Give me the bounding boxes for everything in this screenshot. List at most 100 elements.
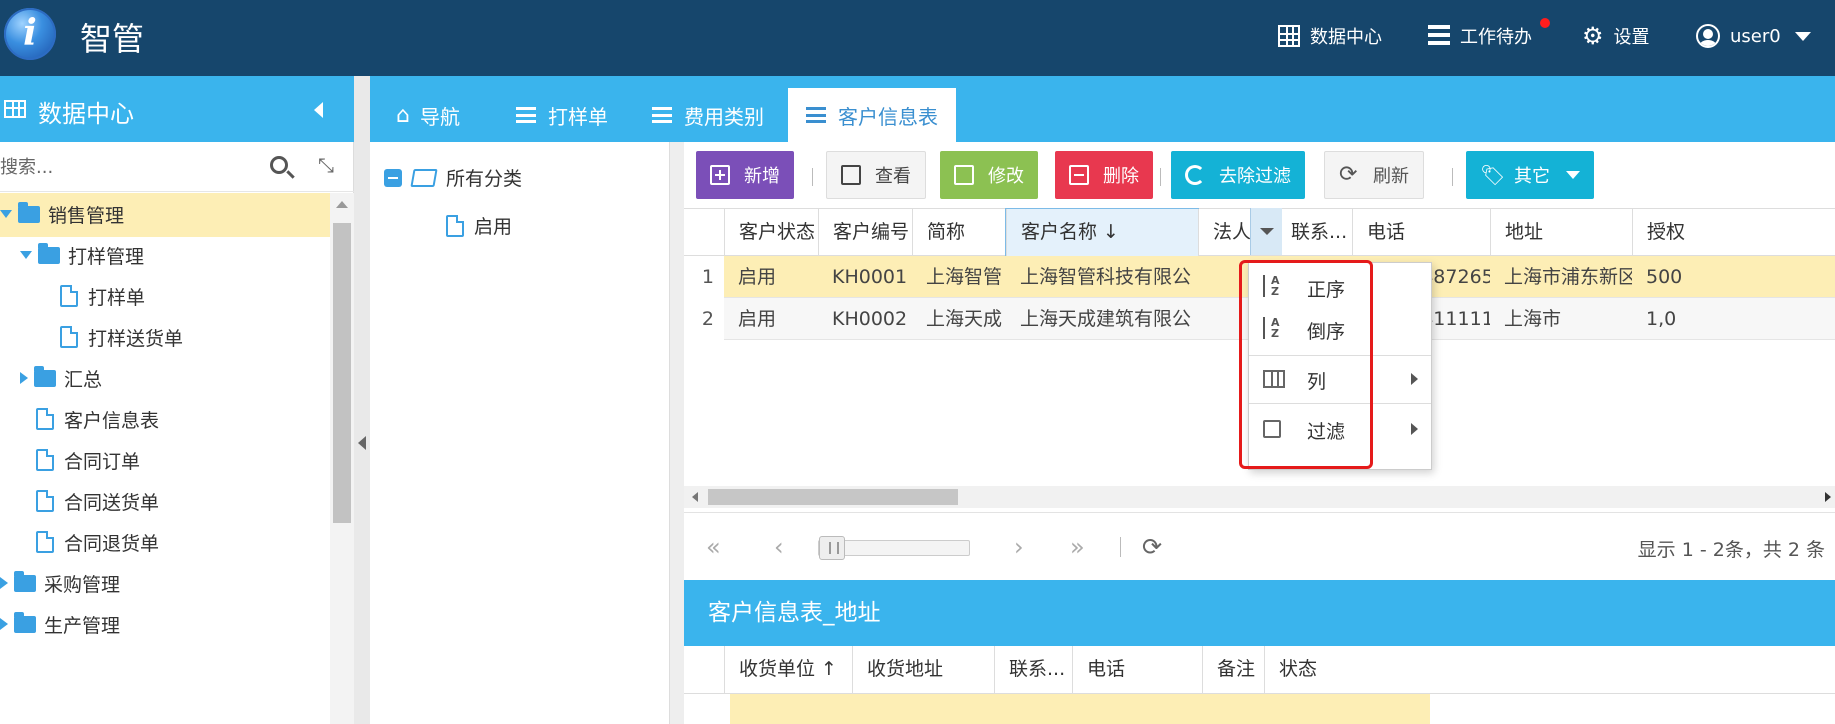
collapse-all-icon[interactable]: ⤡ (318, 154, 340, 176)
app-title: 智管 (80, 20, 145, 58)
sort-ascending-label: 正序 (1307, 279, 1346, 301)
list-icon (516, 107, 536, 123)
sidebar-item[interactable]: 打样单 (0, 273, 330, 319)
table-cell[interactable]: 上海市浦东新区 (1490, 256, 1632, 298)
expand-down-icon[interactable] (0, 210, 12, 218)
page-slider[interactable] (818, 536, 970, 560)
sidebar-scrollbar[interactable] (330, 193, 354, 724)
horizontal-scrollbar[interactable] (684, 486, 1835, 508)
table-cell[interactable]: 启用 (724, 298, 818, 340)
next-page-button[interactable]: › (1014, 533, 1024, 561)
sort-descending-item[interactable]: A Z 倒序 (1249, 305, 1431, 353)
column-header[interactable]: 客户状态 (724, 209, 818, 256)
column-header[interactable]: 状态 (1264, 646, 1334, 693)
column-header[interactable]: 收货地址 (852, 646, 994, 693)
search-icon[interactable] (270, 156, 288, 174)
first-page-button[interactable]: « (706, 533, 721, 561)
edit-button[interactable]: 修改 (940, 151, 1038, 199)
topnav-data-center[interactable]: 数据中心 (1278, 20, 1382, 52)
sidebar-item-label: 合同退货单 (64, 532, 160, 555)
table-cell[interactable]: 上海天成建筑有限公 (1006, 298, 1198, 340)
collapse-icon[interactable] (384, 168, 402, 187)
tab-nav[interactable]: ⌂ 导航 (396, 88, 460, 142)
filter-label: 过滤 (1307, 421, 1346, 443)
topnav-settings[interactable]: ⚙ 设置 (1582, 20, 1650, 52)
view-button[interactable]: 查看 (826, 151, 926, 199)
chevron-down-icon (1794, 31, 1811, 41)
prev-page-button[interactable]: ‹ (774, 533, 784, 561)
file-icon (36, 531, 54, 553)
topnav-todo[interactable]: 工作待办 (1428, 18, 1550, 52)
table-cell[interactable]: 上海智管 (912, 256, 1006, 298)
expand-right-icon[interactable] (20, 372, 28, 384)
slider-knob[interactable] (819, 536, 845, 560)
scroll-left-icon[interactable] (692, 492, 698, 502)
scroll-up-icon[interactable] (336, 201, 348, 208)
scrollbar-thumb[interactable] (708, 489, 958, 505)
columns-item[interactable]: 列 (1249, 355, 1431, 403)
filter-item[interactable]: 过滤 (1249, 405, 1431, 453)
panel-divider[interactable] (670, 142, 684, 724)
column-header[interactable]: 联系... (1276, 209, 1352, 256)
tab-expense-category[interactable]: 费用类别 (652, 88, 764, 142)
column-header[interactable]: 收货单位 ↑ (724, 646, 852, 693)
last-page-button[interactable]: » (1070, 533, 1085, 561)
panel-splitter[interactable] (354, 76, 370, 724)
file-icon (446, 214, 464, 237)
sidebar-item[interactable]: 采购管理 (0, 560, 330, 606)
table-row[interactable] (730, 694, 1430, 724)
user-menu[interactable]: user0 (1696, 20, 1811, 52)
column-header[interactable]: 联系... (994, 646, 1072, 693)
sidebar-item[interactable]: 销售管理 (0, 193, 330, 237)
sidebar-item-label: 销售管理 (48, 204, 125, 227)
sidebar-item[interactable]: 打样送货单 (0, 314, 330, 360)
column-header[interactable]: 地址 (1490, 209, 1632, 256)
column-menu-button[interactable] (1250, 208, 1282, 255)
column-header[interactable]: 简称 (912, 209, 1006, 256)
sidebar-item[interactable]: 生产管理 (0, 601, 330, 647)
tab-customer-info[interactable]: 客户信息表 (788, 88, 956, 142)
folder-icon (18, 201, 40, 223)
column-header[interactable]: 授权 (1632, 209, 1692, 256)
file-icon (60, 285, 78, 307)
expand-right-icon[interactable] (0, 577, 8, 589)
tab-sample-order[interactable]: 打样单 (516, 88, 608, 142)
delete-button[interactable]: 删除 (1055, 151, 1153, 199)
sidebar-item[interactable]: 合同退货单 (0, 519, 330, 565)
other-button[interactable]: 🏷 其它 (1466, 151, 1594, 199)
add-button[interactable]: 新增 (696, 151, 794, 199)
table-cell[interactable]: 500 (1632, 256, 1692, 298)
search-input[interactable] (0, 150, 250, 184)
table-cell[interactable]: 上海市 (1490, 298, 1632, 340)
collapse-sidebar-icon[interactable] (314, 102, 323, 118)
table-cell[interactable]: 上海智管科技有限公 (1006, 256, 1198, 298)
expand-right-icon[interactable] (0, 618, 8, 630)
table-cell[interactable]: 上海天成 (912, 298, 1006, 340)
scrollbar-thumb[interactable] (333, 223, 351, 523)
sidebar-item[interactable]: 合同订单 (0, 437, 330, 483)
sort-ascending-item[interactable]: A Z 正序 (1249, 263, 1431, 311)
sidebar-item[interactable]: 打样管理 (0, 232, 330, 278)
scroll-right-icon[interactable] (1825, 492, 1831, 502)
column-header[interactable]: 电话 (1072, 646, 1202, 693)
table-cell[interactable]: KH0001 (818, 256, 912, 298)
sidebar-item[interactable]: 客户信息表 (0, 396, 330, 442)
table-cell[interactable]: 1,0 (1632, 298, 1692, 340)
collapse-left-icon[interactable] (358, 436, 366, 450)
edit-icon (954, 165, 974, 185)
column-header[interactable]: 客户编号 (818, 209, 912, 256)
category-enabled[interactable]: 启用 (446, 212, 512, 239)
expand-down-icon[interactable] (20, 251, 32, 259)
sidebar-item[interactable]: 汇总 (0, 355, 330, 401)
table-cell[interactable]: KH0002 (818, 298, 912, 340)
clear-filter-button[interactable]: 去除过滤 (1171, 151, 1305, 199)
column-header[interactable]: 客户名称 ↓ (1005, 208, 1199, 257)
sidebar-item[interactable]: 合同送货单 (0, 478, 330, 524)
column-header[interactable]: 备注 (1202, 646, 1264, 693)
table-cell[interactable]: 启用 (724, 256, 818, 298)
logo-letter: i (23, 12, 37, 54)
refresh-button[interactable]: ⟳ 刷新 (1324, 151, 1424, 199)
refresh-icon[interactable]: ⟳ (1142, 533, 1162, 561)
category-root[interactable]: 所有分类 (384, 164, 522, 191)
column-header[interactable]: 电话 (1352, 209, 1490, 256)
